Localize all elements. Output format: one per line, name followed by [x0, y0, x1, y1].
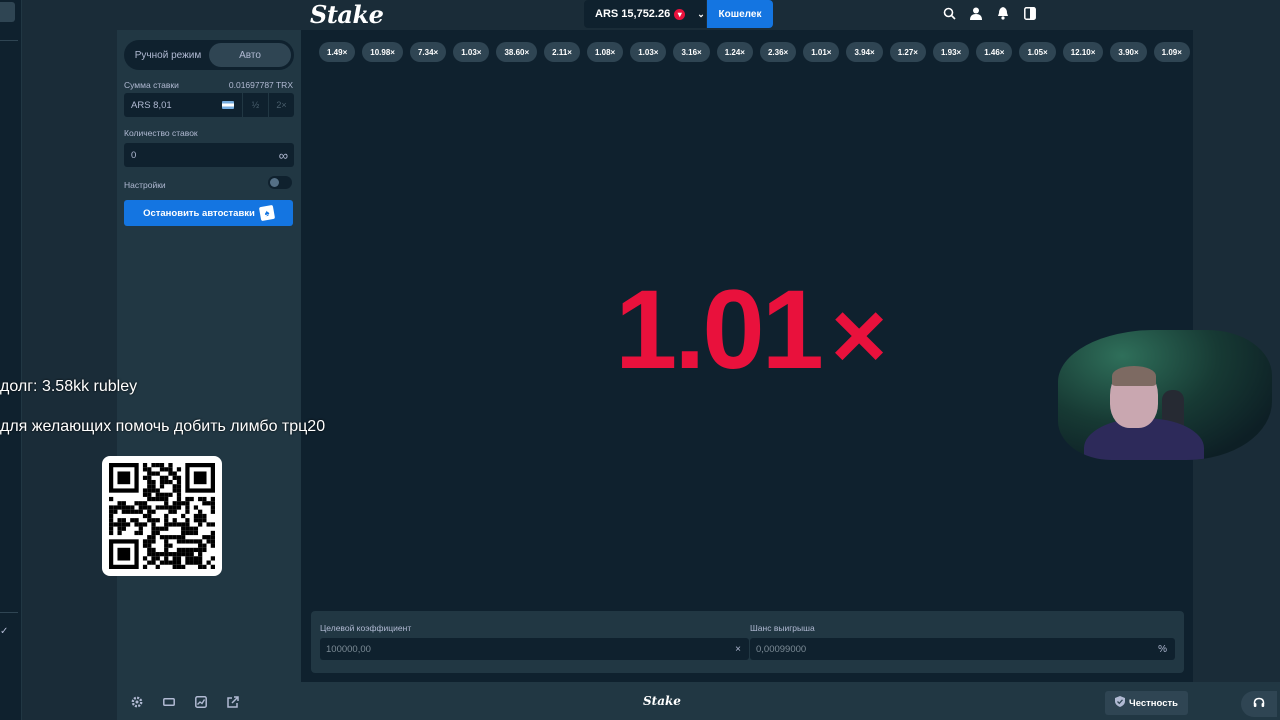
cards-icon: ♠	[258, 204, 276, 222]
game-area: 1.49× 10.98× 7.34× 1.03× 38.60× 2.11× 1.08× 1.0…	[301, 30, 1234, 682]
target-multiplier-field[interactable]: 100000,00 ×	[320, 638, 749, 660]
history-pill[interactable]: 12.10×	[1062, 42, 1104, 62]
history-pill[interactable]: 3.16×	[673, 42, 710, 62]
infinity-icon[interactable]: ∞	[279, 148, 288, 163]
user-icon[interactable]	[969, 5, 983, 21]
history-pill[interactable]: 2.11×	[544, 42, 580, 62]
tab-auto[interactable]: Авто	[209, 43, 291, 67]
bet-count-label: Количество ставок	[124, 128, 198, 138]
game-controls: Целевой коэффициент 100000,00 × Шанс выи…	[311, 611, 1184, 673]
history-pill[interactable]: 1.27×	[889, 42, 926, 62]
debt-overlay-text: долг: 3.58kk rubley	[0, 378, 138, 395]
qr-code-image	[109, 463, 215, 569]
target-multiplier-label: Целевой коэффициент	[320, 623, 412, 633]
win-chance-value[interactable]: 0,00099000	[756, 644, 806, 655]
headset-icon	[1253, 697, 1265, 712]
stake-logo[interactable]: Stake	[310, 0, 384, 29]
history-pill[interactable]: 1.93×	[932, 42, 970, 62]
rail-divider	[0, 612, 18, 613]
history-pill[interactable]: 1.01×	[803, 42, 840, 62]
result-multiplier: 1.01 ×	[581, 270, 921, 396]
top-header: Stake ARS 15,752.26 ▾ ⌄ Кошелек	[22, 0, 1280, 30]
multiplier-suffix-icon: ×	[735, 643, 741, 655]
popout-icon[interactable]	[225, 694, 240, 709]
result-suffix: ×	[830, 282, 888, 389]
history-pill[interactable]: 7.34×	[409, 42, 447, 62]
percent-suffix-icon: %	[1158, 643, 1167, 655]
target-multiplier-value[interactable]: 100000,00	[326, 644, 371, 655]
theatre-mode-icon[interactable]	[161, 694, 176, 709]
bet-amount-crypto: 0.01697787 TRX	[228, 80, 293, 90]
chevron-down-icon: ⌄	[697, 8, 705, 19]
header-icons	[942, 5, 1037, 21]
bet-count-value[interactable]: 0	[124, 150, 279, 161]
rail-button[interactable]	[0, 2, 15, 22]
game-footer: Stake Честность	[117, 682, 1280, 720]
balance-selector[interactable]: ARS 15,752.26 ▾ ⌄	[584, 0, 706, 28]
history-pill[interactable]: 1.49×	[319, 42, 356, 62]
settings-icon[interactable]	[129, 694, 144, 709]
footer-stake-logo: Stake	[643, 694, 681, 708]
mode-toggle: Ручной режим Авто	[124, 40, 294, 70]
bet-panel: Ручной режим Авто Сумма ставки 0.0169778…	[117, 30, 301, 682]
bell-icon[interactable]	[996, 5, 1010, 21]
result-history: 1.49× 10.98× 7.34× 1.03× 38.60× 2.11× 1.08× 1.0…	[319, 42, 1234, 62]
qr-code	[102, 456, 222, 576]
fairness-button[interactable]: Честность	[1105, 691, 1188, 715]
history-pill[interactable]: 3.90×	[1110, 42, 1147, 62]
rail-divider	[0, 40, 18, 41]
fairness-label: Честность	[1129, 697, 1178, 709]
half-button[interactable]: ½	[242, 93, 268, 117]
footer-icons	[129, 694, 240, 709]
history-pill[interactable]: 1.09×	[1153, 42, 1190, 62]
history-pill[interactable]: 1.03×	[630, 42, 667, 62]
balance-amount: ARS 15,752.26	[595, 8, 671, 20]
app-root: ✓ Stake ARS 15,752.26 ▾ ⌄ Кошелек Ручной…	[0, 0, 1280, 720]
stop-autobet-button[interactable]: Остановить автоставки ♠	[124, 200, 293, 226]
help-overlay-text: для желающих помочь добить лимбо трц20	[0, 418, 326, 435]
settings-label: Настройки	[124, 180, 166, 190]
result-value: 1.01	[614, 267, 824, 392]
shield-icon	[1115, 696, 1126, 710]
support-button[interactable]	[1241, 691, 1277, 717]
history-pill[interactable]: 1.03×	[453, 42, 490, 62]
argentina-flag-icon	[222, 101, 234, 109]
history-pill[interactable]: 3.94×	[846, 42, 883, 62]
tab-manual[interactable]: Ручной режим	[127, 43, 209, 67]
history-pill[interactable]: 38.60×	[496, 42, 538, 62]
win-chance-field[interactable]: 0,00099000 %	[750, 638, 1175, 660]
bet-amount-field[interactable]: ARS 8,01 ½ 2×	[124, 93, 294, 117]
webcam-person-hair	[1112, 366, 1156, 386]
history-pill[interactable]: 10.98×	[362, 42, 403, 62]
history-pill[interactable]: 1.05×	[1019, 42, 1056, 62]
stats-icon[interactable]	[193, 694, 208, 709]
chevron-icon[interactable]: ✓	[0, 626, 8, 637]
webcam-overlay	[1058, 330, 1272, 460]
bet-amount-value[interactable]: ARS 8,01	[124, 100, 222, 111]
left-rail: ✓	[0, 0, 22, 720]
history-pill[interactable]: 1.08×	[586, 42, 624, 62]
history-pill[interactable]: 1.46×	[976, 42, 1013, 62]
search-icon[interactable]	[942, 5, 956, 21]
win-chance-label: Шанс выигрыша	[750, 623, 815, 633]
settings-toggle[interactable]	[268, 176, 292, 189]
stop-autobet-label: Остановить автоставки	[143, 207, 255, 219]
double-button[interactable]: 2×	[268, 93, 294, 117]
sidebar-toggle-icon[interactable]	[1023, 5, 1037, 21]
history-pill[interactable]: 1.24×	[716, 42, 753, 62]
trx-icon: ▾	[674, 8, 686, 20]
history-pill[interactable]: 2.36×	[759, 42, 797, 62]
wallet-button[interactable]: Кошелек	[707, 0, 773, 28]
bet-amount-label: Сумма ставки	[124, 80, 179, 90]
bet-count-field[interactable]: 0 ∞	[124, 143, 294, 167]
